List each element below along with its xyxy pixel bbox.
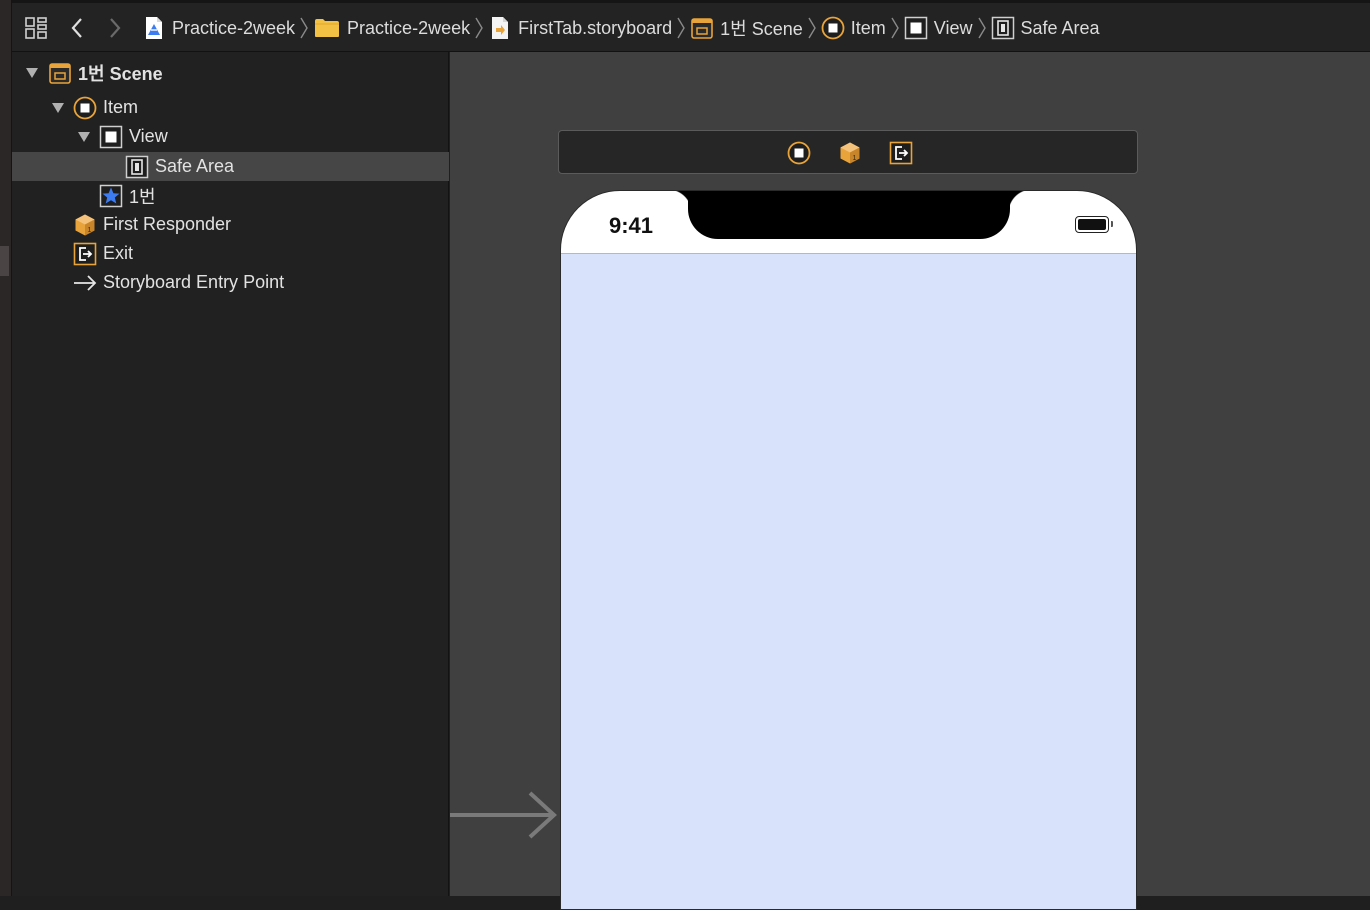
breadcrumb-label: Safe Area (1020, 17, 1100, 38)
safe-area-view[interactable] (561, 253, 1136, 909)
disclosure-triangle-down-icon[interactable] (78, 131, 90, 143)
tab-bar-item-star-icon (99, 184, 123, 208)
view-controller-icon (821, 16, 845, 40)
chevron-right-icon[interactable] (104, 13, 126, 43)
outline-item-view-controller[interactable]: Item (12, 93, 449, 122)
outline-item-label: View (129, 126, 168, 146)
folder-icon (313, 16, 341, 40)
breadcrumb: Practice-2week Practice-2week FirstTab.s… (142, 3, 1100, 53)
breadcrumb-separator-icon (295, 16, 313, 40)
outline-item-safe-area[interactable]: Safe Area (12, 152, 449, 181)
breadcrumb-label: FirstTab.storyboard (518, 17, 673, 38)
storyboard-canvas[interactable]: 1 9:41 (450, 52, 1370, 910)
outline-item-label: First Responder (103, 214, 232, 234)
window-edge (0, 0, 12, 896)
window-edge-mark (0, 246, 9, 276)
first-responder-cube-icon: 1 (73, 213, 97, 237)
exit-icon[interactable] (889, 141, 913, 165)
outline-item-label: Safe Area (155, 156, 235, 176)
outline-item-exit[interactable]: Exit (12, 239, 449, 268)
breadcrumb-separator-icon (803, 16, 821, 40)
safe-area-icon (125, 155, 149, 179)
outline-item-scene[interactable]: 1번 Scene (12, 58, 449, 87)
view-controller-icon (73, 96, 97, 120)
breadcrumb-label: Item (850, 17, 886, 38)
outline-item-tab-bar-item[interactable]: 1번 (12, 181, 449, 210)
safe-area-icon (991, 16, 1015, 40)
breadcrumb-project[interactable]: Practice-2week (142, 16, 295, 40)
outline-item-view[interactable]: View (12, 122, 449, 151)
outline-item-label: Storyboard Entry Point (103, 272, 285, 292)
view-icon (904, 16, 928, 40)
outline-item-label: 1번 (129, 186, 156, 207)
breadcrumb-storyboard[interactable]: FirstTab.storyboard (488, 16, 672, 40)
breadcrumb-view[interactable]: View (904, 16, 973, 40)
device-frame[interactable]: 9:41 (560, 190, 1137, 910)
notch-corner (1008, 191, 1032, 213)
breadcrumb-label: Practice-2week (347, 17, 471, 38)
arrow-right-icon (73, 271, 97, 295)
breadcrumb-label: View (933, 17, 973, 38)
breadcrumb-item[interactable]: Item (821, 16, 886, 40)
breadcrumb-label: 1번 Scene (720, 19, 803, 39)
outline-item-entry-point[interactable]: Storyboard Entry Point (12, 268, 449, 297)
chevron-left-icon[interactable] (66, 13, 88, 43)
scene-icon (48, 61, 72, 85)
breadcrumb-label: Practice-2week (172, 17, 296, 38)
disclosure-triangle-down-icon[interactable] (52, 102, 64, 114)
storyboard-file-icon (488, 16, 512, 40)
first-responder-cube-icon[interactable]: 1 (838, 141, 862, 165)
scene-icon (690, 16, 714, 40)
outline-item-label: Item (103, 97, 139, 117)
jump-bar: Practice-2week Practice-2week FirstTab.s… (12, 0, 1370, 52)
breadcrumb-separator-icon (973, 16, 991, 40)
battery-full-icon (1075, 216, 1113, 233)
view-controller-icon[interactable] (787, 141, 811, 165)
device-notch (688, 191, 1010, 239)
disclosure-triangle-down-icon[interactable] (26, 67, 38, 79)
svg-text:1: 1 (853, 155, 857, 162)
status-bar-time: 9:41 (609, 213, 654, 238)
storyboard-entry-point-arrow[interactable] (450, 790, 562, 842)
svg-text:1: 1 (88, 227, 92, 234)
view-icon (99, 125, 123, 149)
document-outline: 1번 Scene Item View Safe Area 1번 1 First … (12, 52, 449, 896)
breadcrumb-separator-icon (886, 16, 904, 40)
breadcrumb-separator-icon (672, 16, 690, 40)
xcode-project-icon (142, 16, 166, 40)
breadcrumb-folder[interactable]: Practice-2week (313, 16, 470, 40)
outline-item-label: 1번 Scene (78, 63, 163, 84)
outline-item-label: Exit (103, 243, 134, 263)
scene-dock: 1 (558, 130, 1138, 174)
breadcrumb-safe-area[interactable]: Safe Area (991, 16, 1100, 40)
breadcrumb-scene[interactable]: 1번 Scene (690, 15, 803, 41)
breadcrumb-separator-icon (470, 16, 488, 40)
exit-icon (73, 242, 97, 266)
related-items-grid-icon[interactable] (22, 13, 50, 43)
outline-item-first-responder[interactable]: 1 First Responder (12, 210, 449, 239)
